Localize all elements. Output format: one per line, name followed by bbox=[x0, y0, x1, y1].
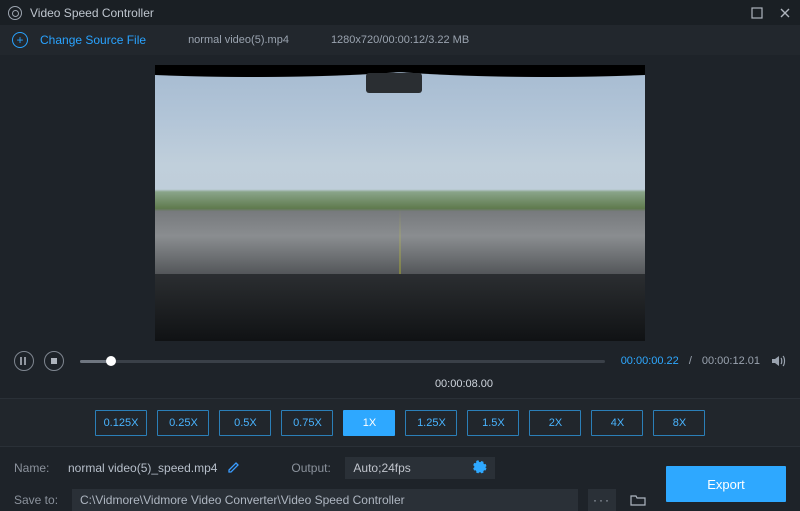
output-section: Name: normal video(5)_speed.mp4 Output: … bbox=[0, 446, 800, 511]
marker-time: 00:00:08.00 bbox=[435, 378, 493, 390]
browse-button[interactable]: ··· bbox=[588, 489, 616, 511]
source-duration: 00:00:12 bbox=[382, 34, 425, 46]
saveto-row: Save to: C:\Vidmore\Vidmore Video Conver… bbox=[14, 489, 650, 511]
source-resolution: 1280x720 bbox=[331, 34, 379, 46]
speed-075x[interactable]: 0.75X bbox=[281, 410, 333, 436]
minimize-icon[interactable] bbox=[750, 6, 764, 20]
video-preview-area bbox=[0, 55, 800, 347]
speed-125x[interactable]: 1.25X bbox=[405, 410, 457, 436]
total-time: 00:00:12.01 bbox=[702, 355, 760, 367]
saveto-path-input[interactable]: C:\Vidmore\Vidmore Video Converter\Video… bbox=[72, 489, 578, 511]
output-name: normal video(5)_speed.mp4 bbox=[68, 461, 217, 475]
name-label: Name: bbox=[14, 461, 58, 475]
close-icon[interactable] bbox=[778, 6, 792, 20]
window-controls bbox=[750, 6, 792, 20]
source-bar: + Change Source File normal video(5).mp4… bbox=[0, 25, 800, 54]
speed-15x[interactable]: 1.5X bbox=[467, 410, 519, 436]
title-bar: Video Speed Controller bbox=[0, 0, 800, 25]
volume-icon[interactable] bbox=[770, 353, 786, 369]
edit-name-icon[interactable] bbox=[227, 460, 241, 477]
source-meta: 1280x720/00:00:12/3.22 MB bbox=[331, 34, 469, 46]
output-format-select[interactable]: Auto;24fps bbox=[345, 457, 495, 479]
speed-0125x[interactable]: 0.125X bbox=[95, 410, 148, 436]
app-logo-icon bbox=[8, 6, 22, 20]
gear-icon[interactable] bbox=[473, 460, 487, 477]
timeline-marker-row: 00:00:08.00 bbox=[0, 376, 800, 399]
seek-slider[interactable] bbox=[80, 360, 605, 363]
saveto-label: Save to: bbox=[14, 493, 62, 507]
name-output-row: Name: normal video(5)_speed.mp4 Output: … bbox=[14, 457, 650, 479]
pause-button[interactable] bbox=[14, 351, 34, 371]
speed-025x[interactable]: 0.25X bbox=[157, 410, 209, 436]
app-title: Video Speed Controller bbox=[30, 6, 154, 20]
video-preview[interactable] bbox=[155, 65, 645, 341]
speed-selector: 0.125X 0.25X 0.5X 0.75X 1X 1.25X 1.5X 2X… bbox=[0, 399, 800, 446]
speed-1x[interactable]: 1X bbox=[343, 410, 395, 436]
change-source-link[interactable]: Change Source File bbox=[40, 33, 146, 47]
source-filename: normal video(5).mp4 bbox=[188, 34, 289, 46]
open-folder-icon[interactable] bbox=[626, 489, 650, 511]
speed-05x[interactable]: 0.5X bbox=[219, 410, 271, 436]
speed-8x[interactable]: 8X bbox=[653, 410, 705, 436]
output-format-value: Auto;24fps bbox=[353, 461, 410, 475]
seek-thumb[interactable] bbox=[106, 356, 116, 366]
source-filesize: 3.22 MB bbox=[428, 34, 469, 46]
time-separator: / bbox=[689, 355, 692, 367]
playback-controls: 00:00:00.22 / 00:00:12.01 bbox=[0, 347, 800, 376]
current-time: 00:00:00.22 bbox=[621, 355, 679, 367]
plus-circle-icon[interactable]: + bbox=[12, 32, 28, 48]
output-label: Output: bbox=[291, 461, 335, 475]
speed-4x[interactable]: 4X bbox=[591, 410, 643, 436]
saveto-path-value: C:\Vidmore\Vidmore Video Converter\Video… bbox=[80, 493, 405, 507]
export-button[interactable]: Export bbox=[666, 466, 786, 502]
stop-button[interactable] bbox=[44, 351, 64, 371]
speed-2x[interactable]: 2X bbox=[529, 410, 581, 436]
export-label: Export bbox=[707, 477, 745, 492]
